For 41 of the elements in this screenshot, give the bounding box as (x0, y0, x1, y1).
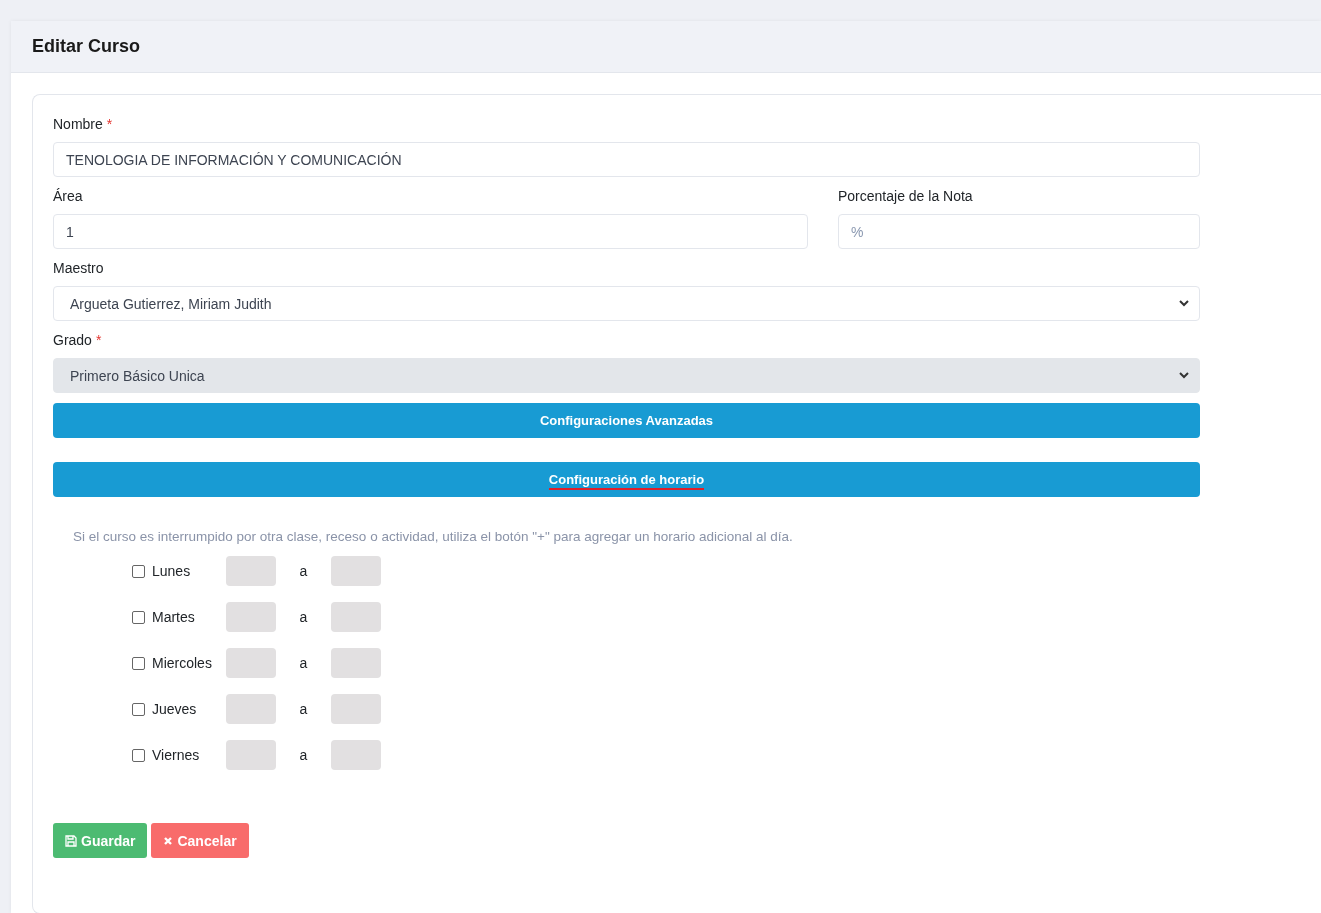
end-time-field[interactable] (331, 648, 381, 678)
required-mark: * (106, 115, 113, 133)
chevron-down-icon (1179, 300, 1189, 307)
end-time-field[interactable] (331, 694, 381, 724)
day-checkbox[interactable] (132, 564, 145, 578)
range-separator: a (298, 747, 309, 763)
day-checkbox[interactable] (132, 748, 145, 762)
schedule-note: Si el curso es interrumpido por otra clase, receso o actividad, utiliza el botón "+" para agregar un horario adicional al día. (73, 529, 794, 544)
percentage-input[interactable]: % (838, 214, 1200, 249)
field-label: Nombre (53, 115, 103, 133)
page-title: Editar Curso (32, 36, 141, 57)
start-time-field[interactable] (226, 740, 276, 770)
day-checkbox[interactable] (132, 702, 145, 716)
range-separator: a (298, 609, 309, 625)
field-label: Maestro (53, 259, 104, 277)
field-label: Grado (53, 331, 92, 349)
field-label: Área (53, 187, 83, 205)
day-label: Lunes (152, 563, 192, 579)
day-label: Miercoles (152, 655, 213, 671)
teacher-select[interactable]: Argueta Gutierrez, Miriam Judith (53, 286, 1200, 321)
start-time-field[interactable] (226, 648, 276, 678)
start-time-field[interactable] (226, 556, 276, 586)
field-label: Porcentaje de la Nota (838, 187, 973, 205)
day-label: Jueves (152, 701, 198, 717)
range-separator: a (298, 701, 309, 717)
day-label: Viernes (152, 747, 201, 763)
day-checkbox[interactable] (132, 656, 145, 670)
area-input[interactable]: 1 (53, 214, 808, 249)
day-label: Martes (152, 609, 196, 625)
range-separator: a (298, 655, 309, 671)
required-mark: * (95, 331, 102, 349)
chevron-down-icon (1179, 372, 1189, 379)
start-time-field[interactable] (226, 694, 276, 724)
end-time-field[interactable] (331, 556, 381, 586)
range-separator: a (298, 563, 309, 579)
close-icon (163, 835, 174, 846)
end-time-field[interactable] (331, 602, 381, 632)
end-time-field[interactable] (331, 740, 381, 770)
start-time-field[interactable] (226, 602, 276, 632)
day-checkbox[interactable] (132, 610, 145, 624)
name-input[interactable]: TENOLOGIA DE INFORMACIÓN Y COMUNICACIÓN (53, 142, 1200, 177)
